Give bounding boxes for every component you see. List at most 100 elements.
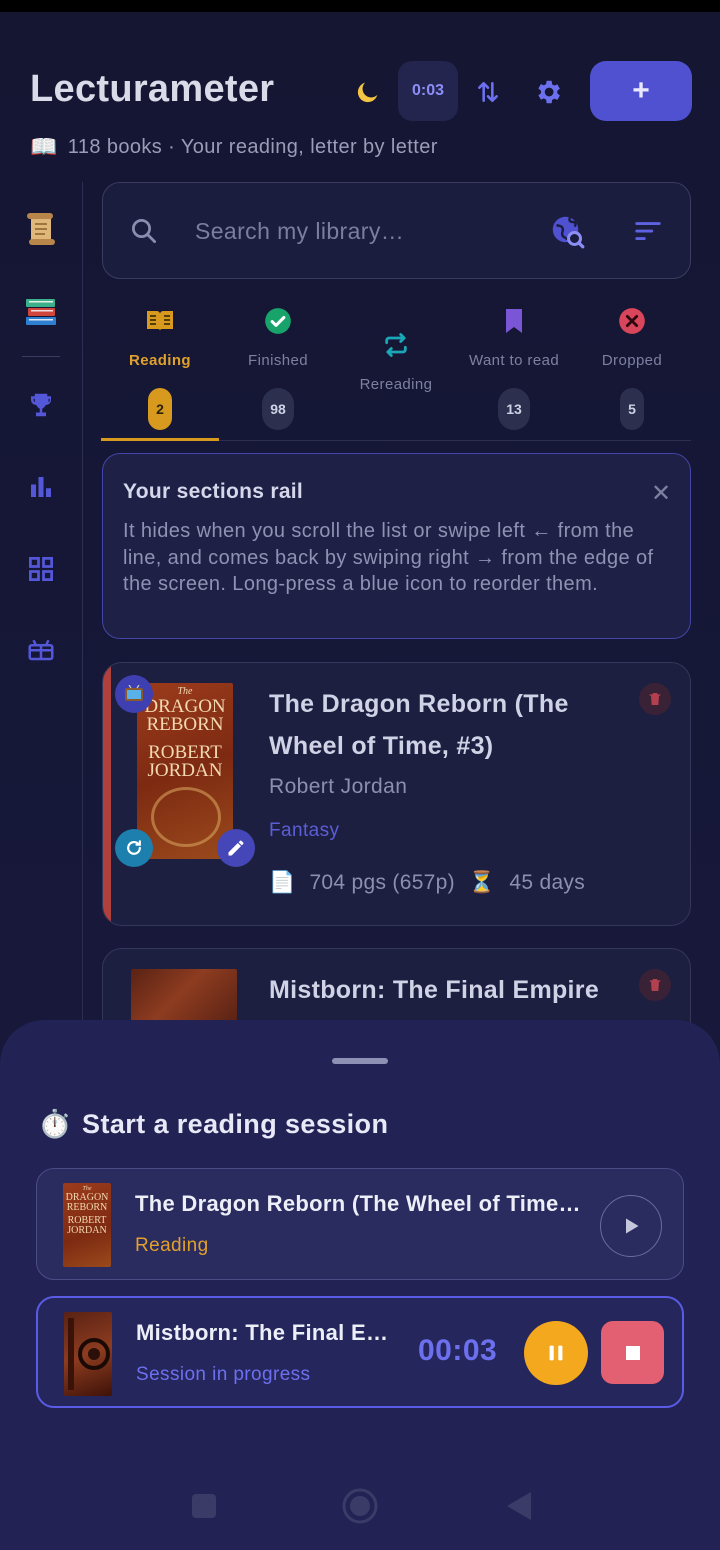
book-cover: The DRAGON REBORN ROBERT JORDAN — [137, 683, 233, 859]
sort-arrows-icon[interactable] — [468, 72, 508, 112]
sections-rail-tip: Your sections rail It hides when you scr… — [102, 453, 691, 639]
tab-label: Rereading — [359, 376, 433, 393]
rail-item-library[interactable] — [20, 290, 62, 332]
drag-handle[interactable] — [332, 1058, 388, 1064]
x-circle-icon — [573, 306, 691, 336]
gear-icon[interactable] — [528, 72, 568, 112]
tab-want-to-read[interactable]: Want to read 13 — [455, 300, 573, 440]
rail-item-scroll[interactable] — [20, 208, 62, 250]
library-subtitle: 📖 118 books · Your reading, letter by le… — [30, 134, 438, 160]
session-book-title: Mistborn: The Final Empire — [136, 1320, 398, 1345]
tab-finished[interactable]: Finished 98 — [219, 300, 337, 440]
library-count-text: 118 books · Your reading, letter by lett… — [67, 135, 438, 158]
search-bar — [102, 182, 691, 279]
search-icon — [129, 216, 159, 251]
tab-label: Want to read — [468, 352, 560, 369]
session-book-title: The Dragon Reborn (The Wheel of Time, #3… — [135, 1191, 581, 1216]
play-button[interactable] — [600, 1195, 662, 1257]
page-count: 704 pgs (657p) — [309, 871, 455, 894]
repeat-icon — [337, 330, 455, 360]
back-triangle-icon — [507, 1492, 531, 1520]
tab-count-badge: 13 — [498, 388, 530, 430]
tv-icon[interactable] — [115, 675, 153, 713]
session-timer: 00:03 — [418, 1334, 498, 1367]
stop-icon — [625, 1345, 640, 1360]
tab-reading[interactable]: Reading 2 — [101, 300, 219, 440]
book-title: The Dragon Reborn (The Wheel of Time, #3… — [269, 690, 569, 760]
cover-art — [151, 787, 221, 847]
back-button[interactable] — [494, 1482, 542, 1530]
book-author: Robert Jordan — [269, 775, 408, 798]
timer-chip[interactable]: 0:03 — [398, 61, 458, 121]
sheet-title-text: Start a reading session — [82, 1108, 389, 1139]
tab-label: Dropped — [601, 352, 663, 369]
book-genre[interactable]: Fantasy — [269, 820, 339, 842]
cover-text: REBORN — [66, 1202, 108, 1213]
book-cover — [64, 1312, 112, 1396]
bar-chart-icon — [31, 477, 51, 497]
bookmark-icon — [455, 306, 573, 336]
home-button[interactable] — [336, 1482, 384, 1530]
tab-label: Finished — [248, 352, 308, 369]
cover-text: JORDAN — [67, 1225, 107, 1236]
tab-label: Reading — [129, 352, 191, 369]
rail-item-grid[interactable] — [20, 548, 62, 590]
page-icon: 📄 — [269, 871, 296, 894]
tip-title: Your sections rail — [123, 480, 304, 503]
add-book-button[interactable]: + — [590, 61, 692, 121]
status-accent-bar — [103, 663, 111, 925]
status-bar — [0, 0, 720, 12]
reading-session-sheet: ⏱️ Start a reading session The DRAGON RE… — [0, 1020, 720, 1550]
book-title: Mistborn: The Final Empire — [269, 976, 600, 1004]
rail-divider — [82, 182, 83, 1042]
active-tab-indicator — [101, 438, 219, 441]
play-icon — [626, 1218, 639, 1234]
trash-icon — [649, 979, 661, 991]
grid-icon — [29, 557, 53, 581]
check-circle-icon — [219, 306, 337, 336]
rail-separator — [22, 356, 60, 357]
delete-book-button[interactable] — [639, 969, 671, 1001]
tab-rereading[interactable]: Rereading — [337, 300, 455, 440]
reread-icon[interactable] — [115, 829, 153, 867]
tab-count-badge: 5 — [620, 388, 644, 430]
square-icon — [192, 1494, 216, 1518]
book-cover: The DRAGON REBORN ROBERT JORDAN — [63, 1183, 111, 1267]
tab-dropped[interactable]: Dropped 5 — [573, 300, 691, 440]
filter-sort-icon[interactable] — [633, 216, 663, 251]
app-title: Lecturameter — [30, 68, 275, 110]
trash-icon — [649, 693, 661, 705]
session-row-active[interactable]: Mistborn: The Final Empire Session in pr… — [36, 1296, 684, 1408]
rail-item-gifts[interactable] — [20, 628, 62, 670]
rail-item-stats[interactable] — [20, 466, 62, 508]
pause-button[interactable] — [524, 1321, 588, 1385]
books-stack-icon — [26, 299, 56, 325]
stopwatch-icon: ⏱️ — [38, 1109, 73, 1139]
scroll-icon — [27, 213, 55, 245]
session-status: Session in progress — [136, 1364, 311, 1385]
session-row[interactable]: The DRAGON REBORN ROBERT JORDAN The Drag… — [36, 1168, 684, 1280]
hourglass-icon: ⏳ — [468, 871, 496, 894]
online-search-icon[interactable] — [549, 213, 585, 254]
close-icon[interactable]: ✕ — [651, 482, 671, 506]
edit-pencil-icon[interactable] — [217, 829, 255, 867]
delete-book-button[interactable] — [639, 683, 671, 715]
recents-button[interactable] — [180, 1482, 228, 1530]
search-input[interactable] — [195, 213, 525, 249]
circle-home-icon — [342, 1488, 378, 1524]
rail-item-achievements[interactable] — [20, 384, 62, 426]
book-card[interactable]: The DRAGON REBORN ROBERT JORDAN The Drag… — [102, 662, 691, 926]
open-book-icon — [101, 306, 219, 336]
pause-icon — [549, 1345, 563, 1361]
reading-days: 45 days — [509, 871, 586, 894]
sheet-title: ⏱️ Start a reading session — [38, 1108, 388, 1140]
moon-icon[interactable] — [348, 72, 388, 112]
session-status: Reading — [135, 1235, 209, 1256]
tip-body: It hides when you scroll the list or swi… — [123, 520, 654, 595]
gift-box-icon — [28, 639, 54, 661]
open-book-emoji-icon: 📖 — [30, 134, 58, 159]
cover-text: JORDAN — [147, 760, 223, 781]
stop-button[interactable] — [601, 1321, 664, 1384]
tab-count-badge: 98 — [262, 388, 294, 430]
tab-count-badge: 2 — [148, 388, 172, 430]
